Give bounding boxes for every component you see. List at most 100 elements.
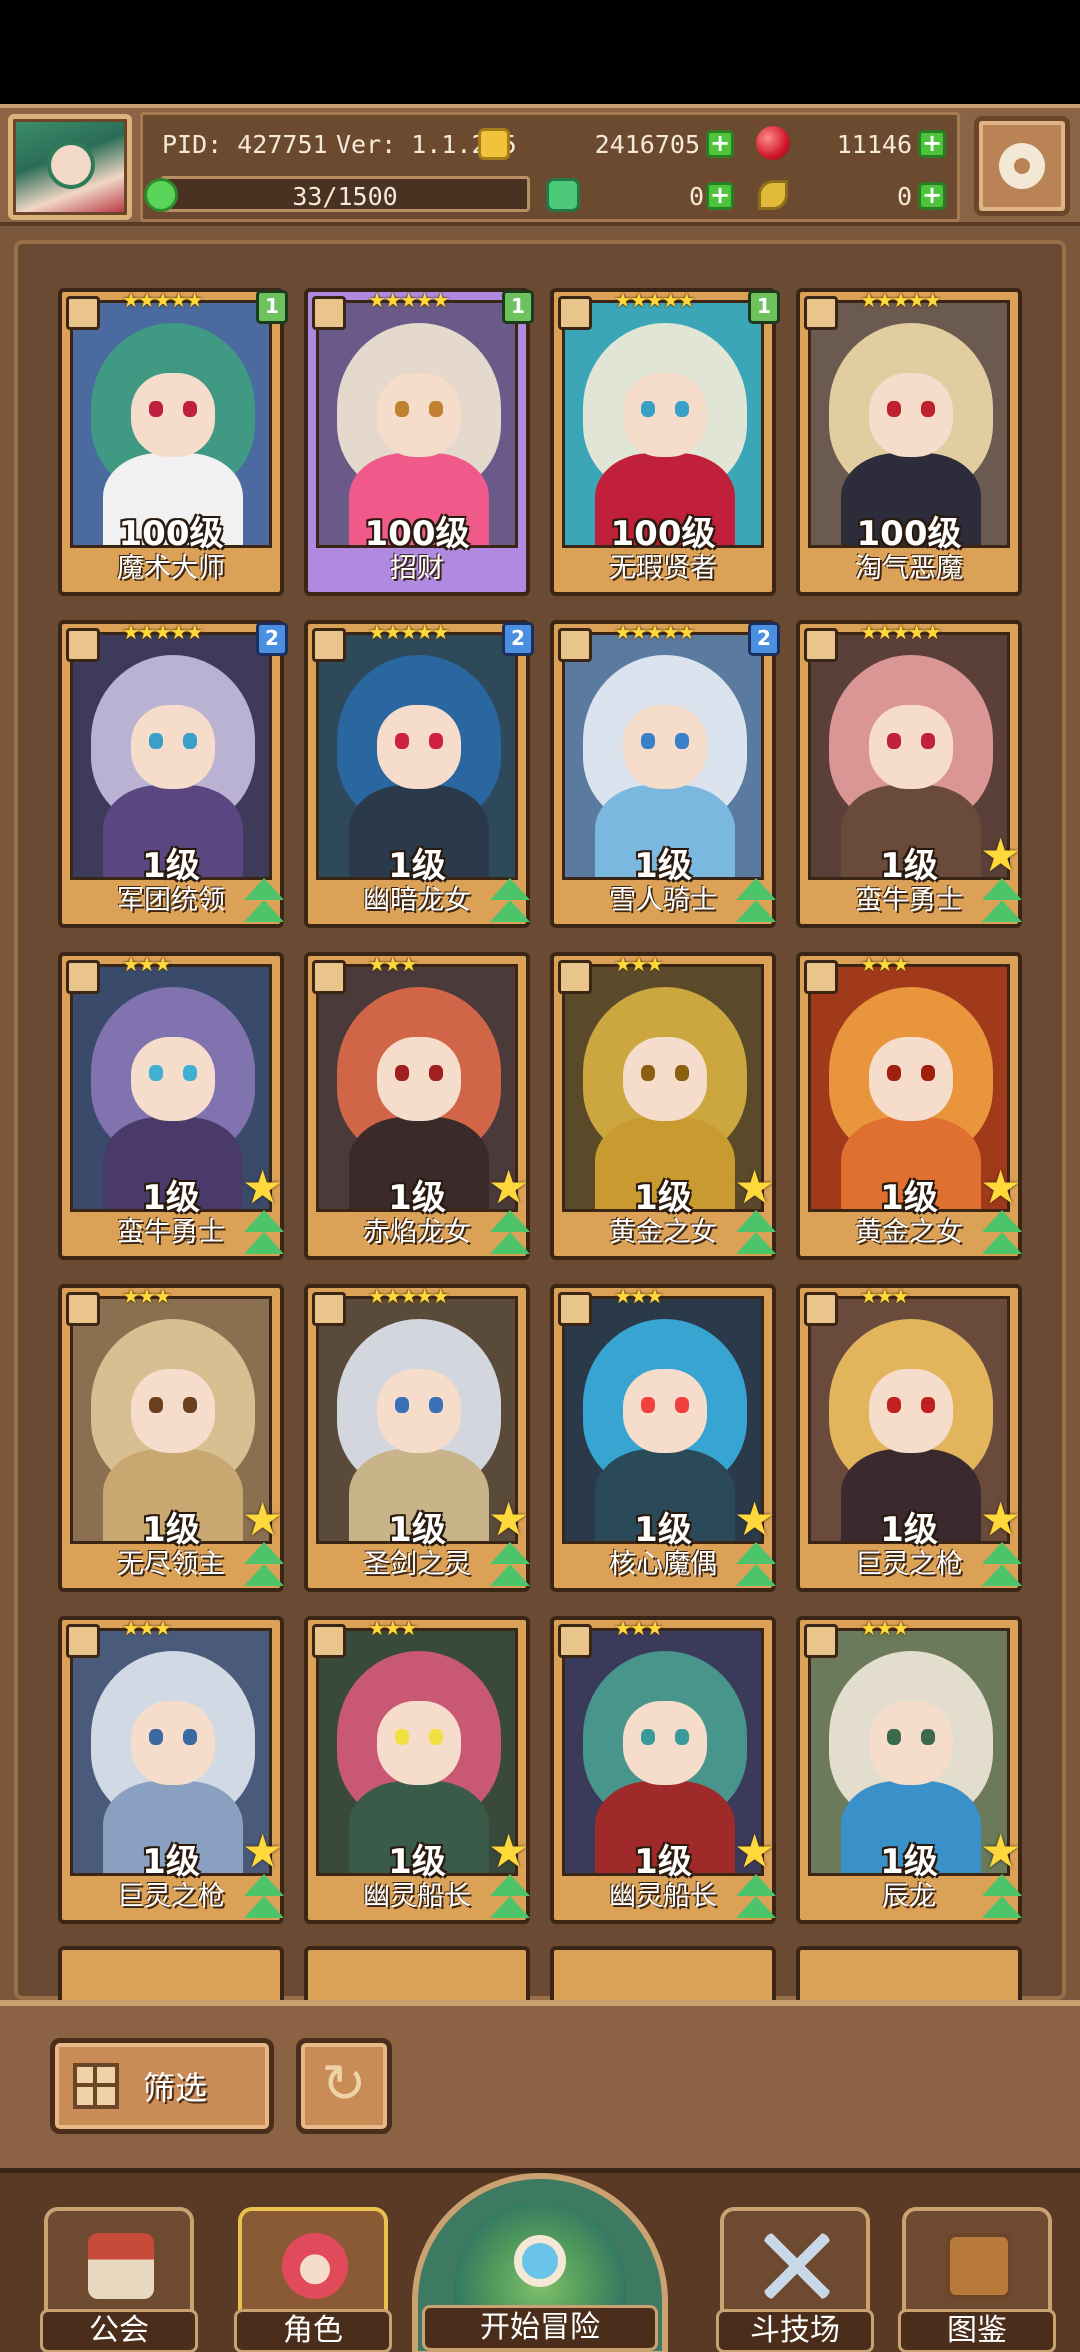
rank-badge: 1 [748,290,780,324]
gold-amount: 2416705 [594,130,700,159]
nav-arena[interactable]: 斗技场 [716,2207,874,2352]
class-icon [66,296,100,330]
ruby-icon [756,126,790,160]
nav-adventure-label: 开始冒险 [422,2305,658,2351]
class-icon [804,296,838,330]
hero-card[interactable]: ★★★ 1级 辰龙 ★ [796,1616,1022,1924]
star-upgrade-icon: ★ [242,1492,284,1546]
filter-label: 筛选 [143,2069,208,2107]
hero-card[interactable]: ★★★★★ 2 1级 雪人骑士 [550,620,780,928]
level-up-arrow-icon [240,1872,288,1924]
star-rating: ★★★★★ [122,288,204,312]
nav-guild-label: 公会 [40,2309,198,2352]
level-up-arrow-icon [732,1872,780,1924]
star-upgrade-icon: ★ [488,1160,530,1214]
rank-badge: 2 [502,622,534,656]
star-rating: ★★★ [122,952,172,976]
clover-amount: 0 [688,182,704,211]
star-rating: ★★★★★ [368,620,450,644]
level-up-arrow-icon [240,1208,288,1260]
star-upgrade-icon: ★ [734,1160,776,1214]
guild-building-icon [88,2233,154,2299]
star-rating: ★★★ [860,952,910,976]
star-upgrade-icon: ★ [242,1824,284,1878]
star-upgrade-icon: ★ [980,1492,1022,1546]
nav-guild[interactable]: 公会 [40,2207,198,2352]
level-up-arrow-icon [486,1208,534,1260]
class-icon [66,1292,100,1326]
star-rating: ★★★★★ [860,288,942,312]
player-avatar[interactable] [8,114,132,220]
nav-codex[interactable]: 图鉴 [898,2207,1056,2352]
level-up-arrow-icon [978,1208,1026,1260]
class-icon [558,296,592,330]
star-rating: ★★★★★ [122,620,204,644]
nav-arena-label: 斗技场 [716,2309,874,2352]
hero-name: 淘气恶魔 [855,553,963,584]
star-upgrade-icon: ★ [242,1160,284,1214]
hero-card[interactable]: ★★★★★ 2 1级 幽暗龙女 [304,620,534,928]
hero-name: 无瑕贤者 [609,553,717,584]
add-ruby-button[interactable]: + [918,130,946,158]
nav-start-adventure[interactable]: 开始冒险 [412,2173,668,2352]
star-rating: ★★★ [368,1616,418,1640]
hero-card[interactable]: ★★★ 1级 黄金之女 ★ [550,952,776,1260]
hero-card[interactable]: ★★★★★ 1级 圣剑之灵 ★ [304,1284,530,1592]
rank-badge: 2 [256,622,288,656]
hero-card[interactable]: ★★★ 1级 黄金之女 ★ [796,952,1022,1260]
add-leaf-button[interactable]: + [918,182,946,210]
star-rating: ★★★ [122,1284,172,1308]
level-up-arrow-icon [486,1872,534,1924]
hero-card[interactable]: ★★★★★ 2 1级 军团统领 [58,620,288,928]
star-rating: ★★★★★ [614,288,696,312]
star-rating: ★★★ [860,1284,910,1308]
refresh-button[interactable]: ↻ [296,2038,392,2134]
rank-badge: 1 [256,290,288,324]
class-icon [312,628,346,662]
hero-card[interactable]: ★★★ 1级 蛮牛勇士 ★ [58,952,284,1260]
hero-card[interactable]: ★★★★★ 1 100级 魔术大师 [58,288,288,596]
hero-card[interactable]: ★★★ 1级 巨灵之枪 ★ [796,1284,1022,1592]
star-rating: ★★★★★ [860,620,942,644]
star-upgrade-icon: ★ [734,1824,776,1878]
gear-icon [999,143,1045,189]
hero-card[interactable]: ★★★★★ 100级 淘气恶魔 [796,288,1022,596]
filter-button[interactable]: 筛选 [50,2038,274,2134]
settings-button[interactable] [974,116,1070,216]
star-rating: ★★★ [122,1616,172,1640]
hero-card[interactable]: ★★★ 1级 无尽领主 ★ [58,1284,284,1592]
star-upgrade-icon: ★ [488,1824,530,1878]
star-rating: ★★★ [614,1616,664,1640]
add-clover-button[interactable]: + [706,182,734,210]
hero-card[interactable]: ★★★★★ 1 100级 招财 [304,288,534,596]
filter-bar: 筛选 ↻ [0,2000,1080,2168]
hero-card[interactable]: ★★★ 1级 幽灵船长 ★ [550,1616,776,1924]
nav-character[interactable]: 角色 [234,2207,392,2352]
star-rating: ★★★★★ [368,1284,450,1308]
star-rating: ★★★ [614,952,664,976]
grid-icon [73,2063,119,2109]
hero-card[interactable]: ★★★★★ 1级 蛮牛勇士 ★ [796,620,1022,928]
class-icon [66,628,100,662]
level-up-arrow-icon [732,1208,780,1260]
nav-codex-label: 图鉴 [898,2309,1056,2352]
hero-card[interactable]: ★★★★★ 1 100级 无瑕贤者 [550,288,780,596]
hero-card[interactable]: ★★★ 1级 核心魔偶 ★ [550,1284,776,1592]
hero-card[interactable]: ★★★ 1级 赤焰龙女 ★ [304,952,530,1260]
hero-card[interactable]: ★★★ 1级 幽灵船长 ★ [304,1616,530,1924]
star-rating: ★★★ [368,952,418,976]
character-icon [282,2233,348,2299]
hero-list-area: ★★★★★ 1 100级 魔术大师 ★★★★★ 1 100级 招财 ★★★★★ … [0,226,1080,2010]
class-icon [804,628,838,662]
magnifier-icon [514,2235,566,2287]
star-upgrade-icon: ★ [980,1160,1022,1214]
rank-badge: 1 [502,290,534,324]
class-icon [312,1624,346,1658]
hero-grid-frame[interactable]: ★★★★★ 1 100级 魔术大师 ★★★★★ 1 100级 招财 ★★★★★ … [14,240,1066,2010]
star-upgrade-icon: ★ [980,1824,1022,1878]
leaf-icon [758,180,788,210]
class-icon [558,1292,592,1326]
hero-card[interactable]: ★★★ 1级 巨灵之枪 ★ [58,1616,284,1924]
refresh-icon: ↻ [321,2052,367,2115]
add-gold-button[interactable]: + [706,130,734,158]
